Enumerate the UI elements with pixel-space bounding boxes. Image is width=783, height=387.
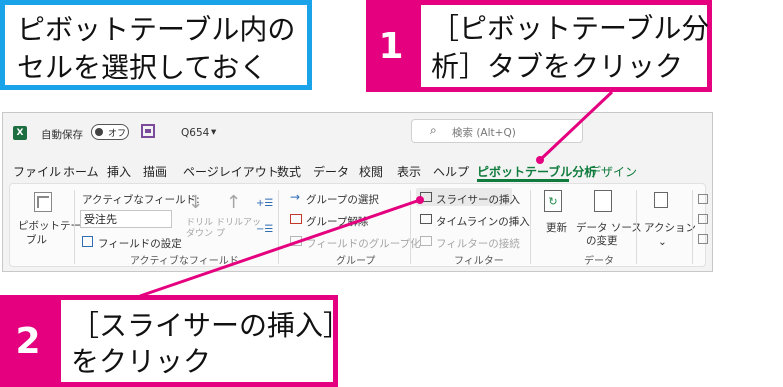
- step-2-pointer-line: [139, 198, 421, 298]
- step-1-pointer-line: [538, 90, 614, 162]
- step-2-pointer-dot: [416, 196, 424, 204]
- pointer-lines: [139, 90, 614, 298]
- step-1-pointer-dot: [536, 156, 544, 164]
